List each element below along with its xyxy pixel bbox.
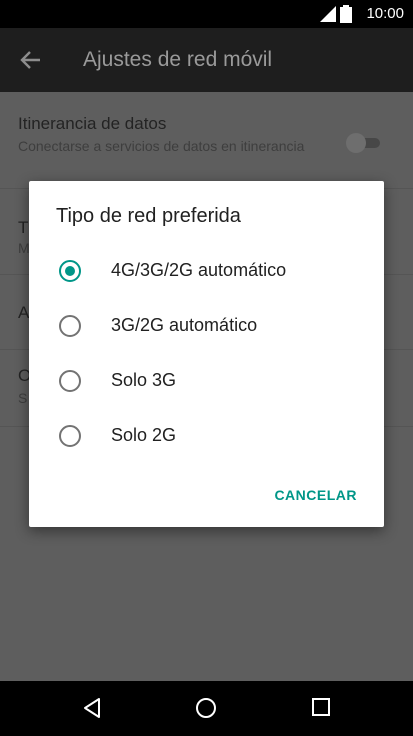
option-label: 3G/2G automático (111, 315, 258, 335)
arrow-back-icon[interactable] (20, 49, 42, 71)
cancel-button[interactable]: CANCELAR (274, 487, 357, 503)
setting-roaming-summary: Conectarse a servicios de datos en itine… (18, 138, 305, 154)
roaming-toggle[interactable] (346, 133, 382, 153)
setting-roaming[interactable]: Itinerancia de datos Conectarse a servic… (0, 92, 413, 189)
dialog-title: Tipo de red preferida (56, 205, 241, 227)
setting-row-3-title: A (18, 303, 30, 322)
option-label: Solo 2G (111, 425, 177, 445)
battery-icon (340, 5, 352, 23)
status-time: 10:00 (366, 5, 404, 22)
recents-square-icon[interactable] (311, 697, 331, 717)
radio-selected-icon[interactable] (59, 260, 81, 282)
option-3g-2g[interactable]: 3G/2G automático (29, 299, 384, 353)
setting-row-2-title: T (18, 218, 29, 237)
network-type-dialog: Tipo de red preferida 4G/3G/2G automátic… (29, 181, 384, 527)
signal-icon (320, 6, 336, 22)
app-bar: Ajustes de red móvil (0, 28, 413, 92)
navigation-bar (0, 681, 413, 736)
radio-unselected-icon[interactable] (59, 315, 81, 337)
option-label: 4G/3G/2G automático (111, 260, 287, 280)
option-4g-3g-2g[interactable]: 4G/3G/2G automático (29, 244, 384, 298)
status-bar: 10:00 (0, 0, 413, 28)
radio-unselected-icon[interactable] (59, 370, 81, 392)
back-triangle-icon[interactable] (82, 697, 102, 719)
option-label: Solo 3G (111, 370, 177, 390)
option-solo-2g[interactable]: Solo 2G (29, 409, 384, 463)
option-solo-3g[interactable]: Solo 3G (29, 354, 384, 408)
home-circle-icon[interactable] (195, 697, 217, 719)
toggle-thumb (346, 133, 366, 153)
radio-unselected-icon[interactable] (59, 425, 81, 447)
setting-roaming-title: Itinerancia de datos (18, 114, 167, 133)
page-title: Ajustes de red móvil (83, 48, 273, 71)
